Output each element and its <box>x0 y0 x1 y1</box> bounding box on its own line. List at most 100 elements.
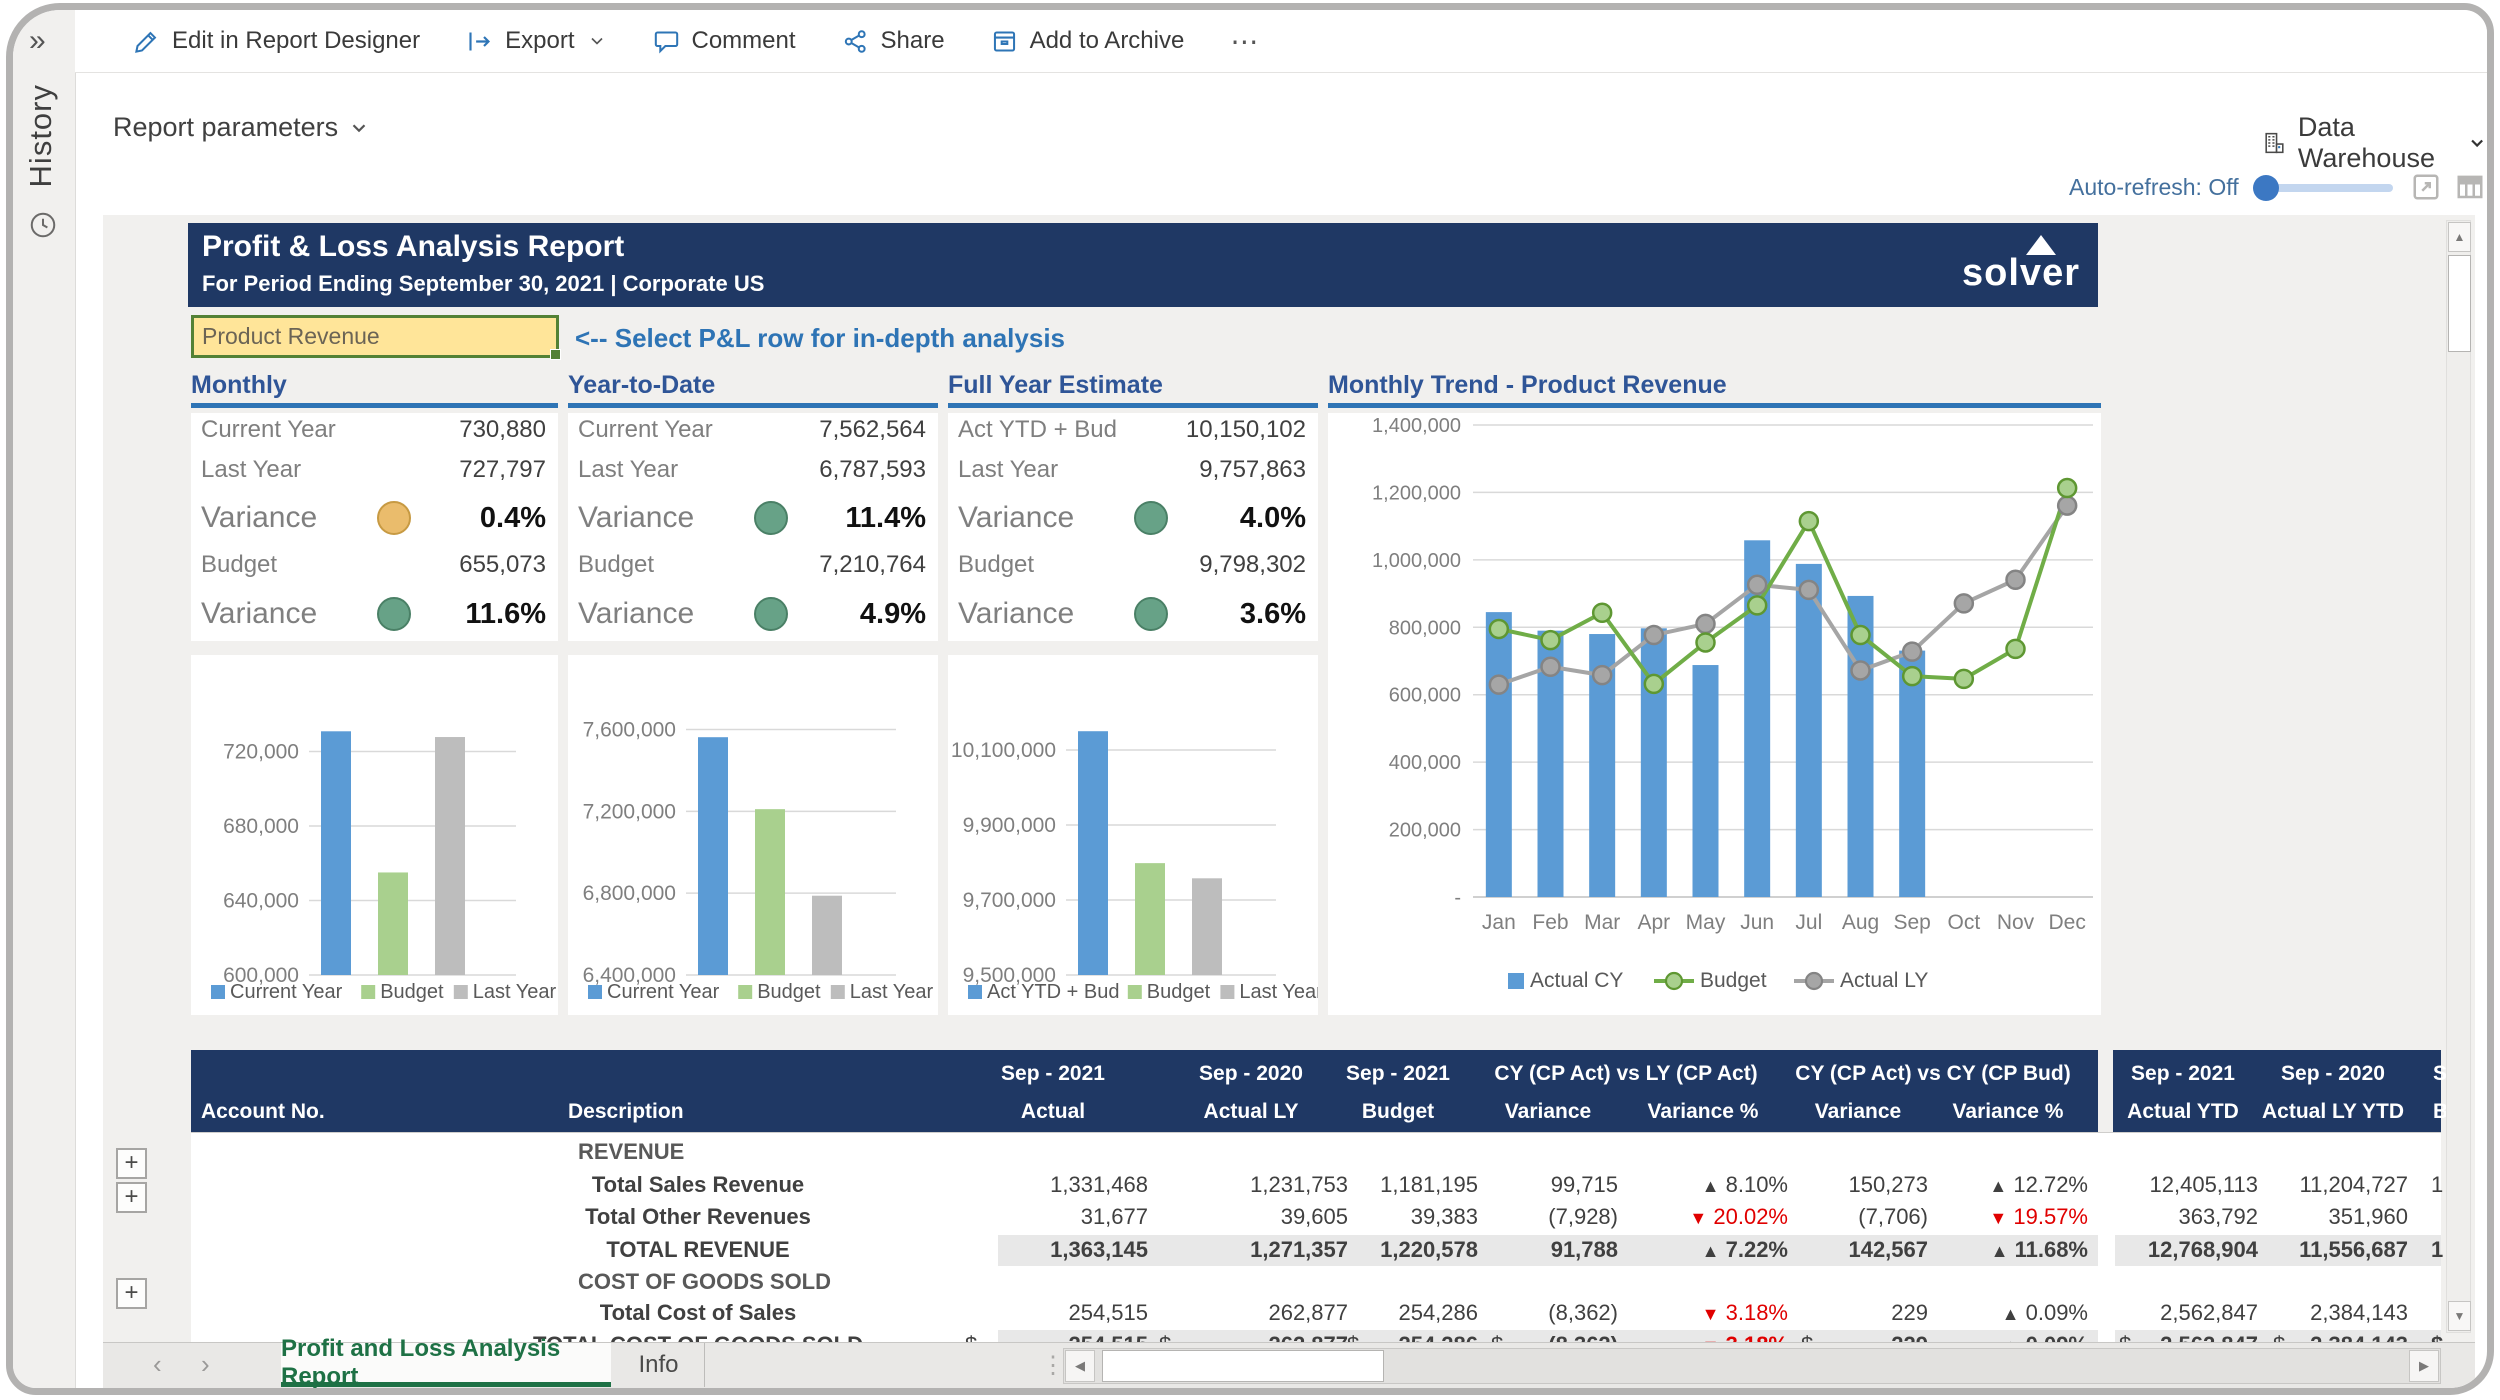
table-row-description[interactable]: TOTAL REVENUE <box>493 1237 903 1263</box>
more-actions-button[interactable]: ⋯ <box>1230 25 1260 58</box>
svg-text:Budget: Budget <box>380 981 444 1003</box>
auto-refresh-slider[interactable] <box>2253 184 2393 192</box>
svg-text:May: May <box>1686 911 1726 934</box>
up-arrow-icon: ▲ <box>1991 1241 2009 1261</box>
spreadsheet-canvas: Profit & Loss Analysis Report For Period… <box>103 215 2475 1342</box>
edit-in-report-designer-button[interactable]: Edit in Report Designer <box>133 27 420 55</box>
export-icon <box>466 28 493 55</box>
table-cell[interactable]: 2,384,143 <box>2208 1300 2408 1326</box>
chevron-down-icon <box>587 31 607 51</box>
expand-row-button[interactable]: + <box>116 1182 147 1213</box>
history-clock-icon[interactable] <box>28 210 58 245</box>
kpi-value: 7,210,764 <box>819 548 926 582</box>
kpi-label: Variance <box>201 495 317 541</box>
table-section-label: COST OF GOODS SOLD <box>578 1269 998 1295</box>
sheet-tab-bar: ‹ › Profit and Loss Analysis Report Info… <box>103 1342 2475 1391</box>
tab-profit-and-loss-report[interactable]: Profit and Loss Analysis Report <box>281 1343 611 1387</box>
building-icon <box>2261 127 2286 159</box>
expand-row-button[interactable]: + <box>116 1278 147 1309</box>
grid-view-icon[interactable] <box>2455 172 2485 202</box>
svg-text:Sep: Sep <box>1893 911 1930 934</box>
app-window: » History Edit in Report Designer Export… <box>6 3 2494 1395</box>
kpi-value: 9,798,302 <box>1199 548 1306 582</box>
kpi-value: 727,797 <box>459 453 546 487</box>
table-row-description[interactable]: Total Sales Revenue <box>493 1172 903 1198</box>
tab-nav-right-icon[interactable]: › <box>201 1349 210 1380</box>
kpi-value: 6,787,593 <box>819 453 926 487</box>
tab-info[interactable]: Info <box>613 1343 705 1387</box>
scroll-right-icon[interactable]: ▶ <box>2409 1350 2439 1382</box>
scroll-up-icon[interactable]: ▲ <box>2448 222 2471 252</box>
auto-refresh-label: Auto-refresh: Off <box>2069 174 2239 201</box>
report-parameters-dropdown[interactable]: Report parameters <box>113 112 370 143</box>
kpi-value: 4.0% <box>1240 495 1306 541</box>
column-header: Sep - 2020 <box>2173 1062 2475 1086</box>
svg-text:10,100,000: 10,100,000 <box>951 739 1056 762</box>
slider-knob[interactable] <box>2253 175 2279 201</box>
table-cell[interactable]: 11,556,687 <box>2208 1237 2408 1263</box>
comment-button[interactable]: Comment <box>653 27 796 55</box>
svg-text:640,000: 640,000 <box>223 890 299 913</box>
tab-nav-left-icon[interactable]: ‹ <box>153 1349 162 1380</box>
svg-text:Oct: Oct <box>1947 911 1980 934</box>
trend-chart-title: Monthly Trend - Product Revenue <box>1328 371 2101 399</box>
table-cell[interactable]: 31,677 <box>948 1204 1148 1230</box>
svg-text:200,000: 200,000 <box>1389 820 1461 842</box>
svg-text:Last Year: Last Year <box>473 981 557 1003</box>
add-to-archive-button[interactable]: Add to Archive <box>991 27 1185 55</box>
data-warehouse-dropdown[interactable]: Data Warehouse <box>2261 112 2487 174</box>
kpi-label: Current Year <box>201 413 336 447</box>
kpi-row: Variance11.4% <box>568 495 938 541</box>
svg-text:720,000: 720,000 <box>223 741 299 764</box>
svg-text:680,000: 680,000 <box>223 815 299 838</box>
table-cell[interactable]: 1,363,145 <box>948 1237 1148 1263</box>
svg-text:Nov: Nov <box>1997 911 2035 934</box>
kpi-row: Budget7,210,764 <box>568 548 938 582</box>
selected-cell-product-revenue[interactable]: Product Revenue <box>191 315 559 358</box>
svg-text:9,700,000: 9,700,000 <box>963 889 1056 912</box>
green-status-indicator <box>754 501 788 535</box>
horizontal-scrollbar[interactable]: ◀ ▶ <box>1063 1348 2441 1384</box>
expand-row-button[interactable]: + <box>116 1148 147 1179</box>
svg-text:1,200,000: 1,200,000 <box>1372 482 1461 504</box>
table-cell-clipped[interactable]: $ <box>2431 1332 2451 1342</box>
scrollbar-grip-icon[interactable]: ⋮ <box>1041 1351 1065 1380</box>
mini-chart-card: 10,100,0009,900,0009,700,0009,500,000Act… <box>948 655 1318 1015</box>
table-cell[interactable]: 254,515 <box>948 1300 1148 1326</box>
kpi-label: Variance <box>578 495 694 541</box>
expand-sidebar-icon[interactable]: » <box>29 24 46 58</box>
table-cell[interactable]: 351,960 <box>2208 1204 2408 1230</box>
vertical-scrollbar[interactable]: ▲ ▼ <box>2446 220 2471 1333</box>
svg-text:Budget: Budget <box>1700 969 1767 992</box>
share-button[interactable]: Share <box>842 27 945 55</box>
table-cell[interactable]: 2,384,143 <box>2208 1332 2408 1342</box>
green-status-indicator <box>1134 501 1168 535</box>
kpi-card: Act YTD + Bud10,150,102Last Year9,757,86… <box>948 413 1318 641</box>
column-header: Account No. <box>201 1100 421 1124</box>
panel-title: Full Year Estimate <box>948 371 1318 399</box>
table-cell[interactable]: 11,204,727 <box>2208 1172 2408 1198</box>
scroll-left-icon[interactable]: ◀ <box>1065 1350 1095 1382</box>
svg-text:Apr: Apr <box>1637 911 1670 934</box>
horizontal-scroll-thumb[interactable] <box>1102 1350 1384 1382</box>
svg-text:6,800,000: 6,800,000 <box>583 882 676 905</box>
kpi-row: Last Year6,787,593 <box>568 453 938 487</box>
open-in-window-icon[interactable] <box>2411 172 2441 202</box>
svg-text:400,000: 400,000 <box>1389 752 1461 774</box>
table-row-description[interactable]: Total Cost of Sales <box>493 1300 903 1326</box>
sidebar-item-history[interactable]: History <box>23 84 59 187</box>
scroll-down-icon[interactable]: ▼ <box>2448 1301 2471 1331</box>
table-row-description[interactable]: Total Other Revenues <box>493 1204 903 1230</box>
svg-text:Current Year: Current Year <box>230 981 343 1003</box>
export-button[interactable]: Export <box>466 27 606 55</box>
panel-title: Monthly <box>191 371 558 399</box>
table-cell[interactable]: 254,515 <box>948 1332 1148 1342</box>
svg-text:Act YTD + Bud: Act YTD + Bud <box>987 981 1119 1003</box>
table-cell[interactable]: 1,331,468 <box>948 1172 1148 1198</box>
kpi-value: 3.6% <box>1240 591 1306 637</box>
history-sidebar: » History <box>13 10 76 1388</box>
svg-text:9,900,000: 9,900,000 <box>963 814 1056 837</box>
kpi-value: 4.9% <box>860 591 926 637</box>
vertical-scroll-thumb[interactable] <box>2448 255 2471 352</box>
select-row-hint: <-- Select P&L row for in-depth analysis <box>575 323 1065 354</box>
